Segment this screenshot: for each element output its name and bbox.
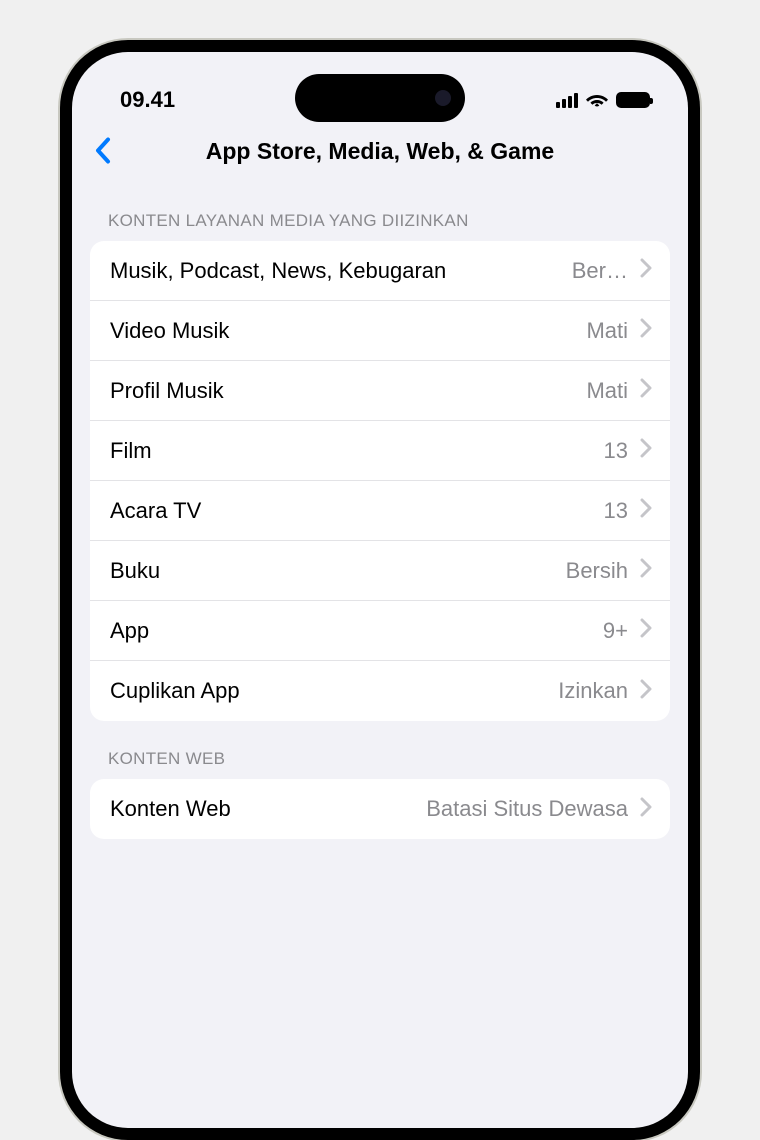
chevron-right-icon [640,618,652,643]
row-profil-musik[interactable]: Profil Musik Mati [90,361,670,421]
row-buku[interactable]: Buku Bersih [90,541,670,601]
chevron-right-icon [640,438,652,463]
page-title: App Store, Media, Web, & Game [90,138,670,165]
row-app[interactable]: App 9+ [90,601,670,661]
row-konten-web[interactable]: Konten Web Batasi Situs Dewasa [90,779,670,839]
row-cuplikan-app[interactable]: Cuplikan App Izinkan [90,661,670,721]
dynamic-island [295,74,465,122]
phone-frame: 09.41 [60,40,700,1140]
row-label: Musik, Podcast, News, Kebugaran [110,258,572,284]
row-label: Film [110,438,604,464]
row-label: Acara TV [110,498,604,524]
chevron-right-icon [640,797,652,822]
row-music-podcast-news-fitness[interactable]: Musik, Podcast, News, Kebugaran Ber… [90,241,670,301]
chevron-right-icon [640,679,652,704]
battery-icon [616,92,650,108]
back-button[interactable] [94,136,112,169]
row-film[interactable]: Film 13 [90,421,670,481]
cellular-signal-icon [556,92,578,108]
row-value: Batasi Situs Dewasa [426,796,628,822]
row-value: 9+ [603,618,628,644]
row-label: Video Musik [110,318,586,344]
status-time: 09.41 [120,87,175,113]
chevron-right-icon [640,258,652,283]
row-label: Profil Musik [110,378,586,404]
row-value: Bersih [566,558,628,584]
row-value: 13 [604,498,628,524]
chevron-right-icon [640,498,652,523]
row-acara-tv[interactable]: Acara TV 13 [90,481,670,541]
chevron-right-icon [640,318,652,343]
row-value: Mati [586,378,628,404]
row-value: Ber… [572,258,628,284]
chevron-right-icon [640,378,652,403]
nav-header: App Store, Media, Web, & Game [72,122,688,183]
list-group-media: Musik, Podcast, News, Kebugaran Ber… Vid… [90,241,670,721]
row-video-musik[interactable]: Video Musik Mati [90,301,670,361]
row-label: Konten Web [110,796,426,822]
wifi-icon [586,92,608,108]
section-header-media: KONTEN LAYANAN MEDIA YANG DIIZINKAN [90,183,670,241]
row-value: Mati [586,318,628,344]
row-value: Izinkan [558,678,628,704]
list-group-web: Konten Web Batasi Situs Dewasa [90,779,670,839]
row-label: Buku [110,558,566,584]
section-header-web: KONTEN WEB [90,721,670,779]
row-value: 13 [604,438,628,464]
row-label: App [110,618,603,644]
row-label: Cuplikan App [110,678,558,704]
chevron-right-icon [640,558,652,583]
